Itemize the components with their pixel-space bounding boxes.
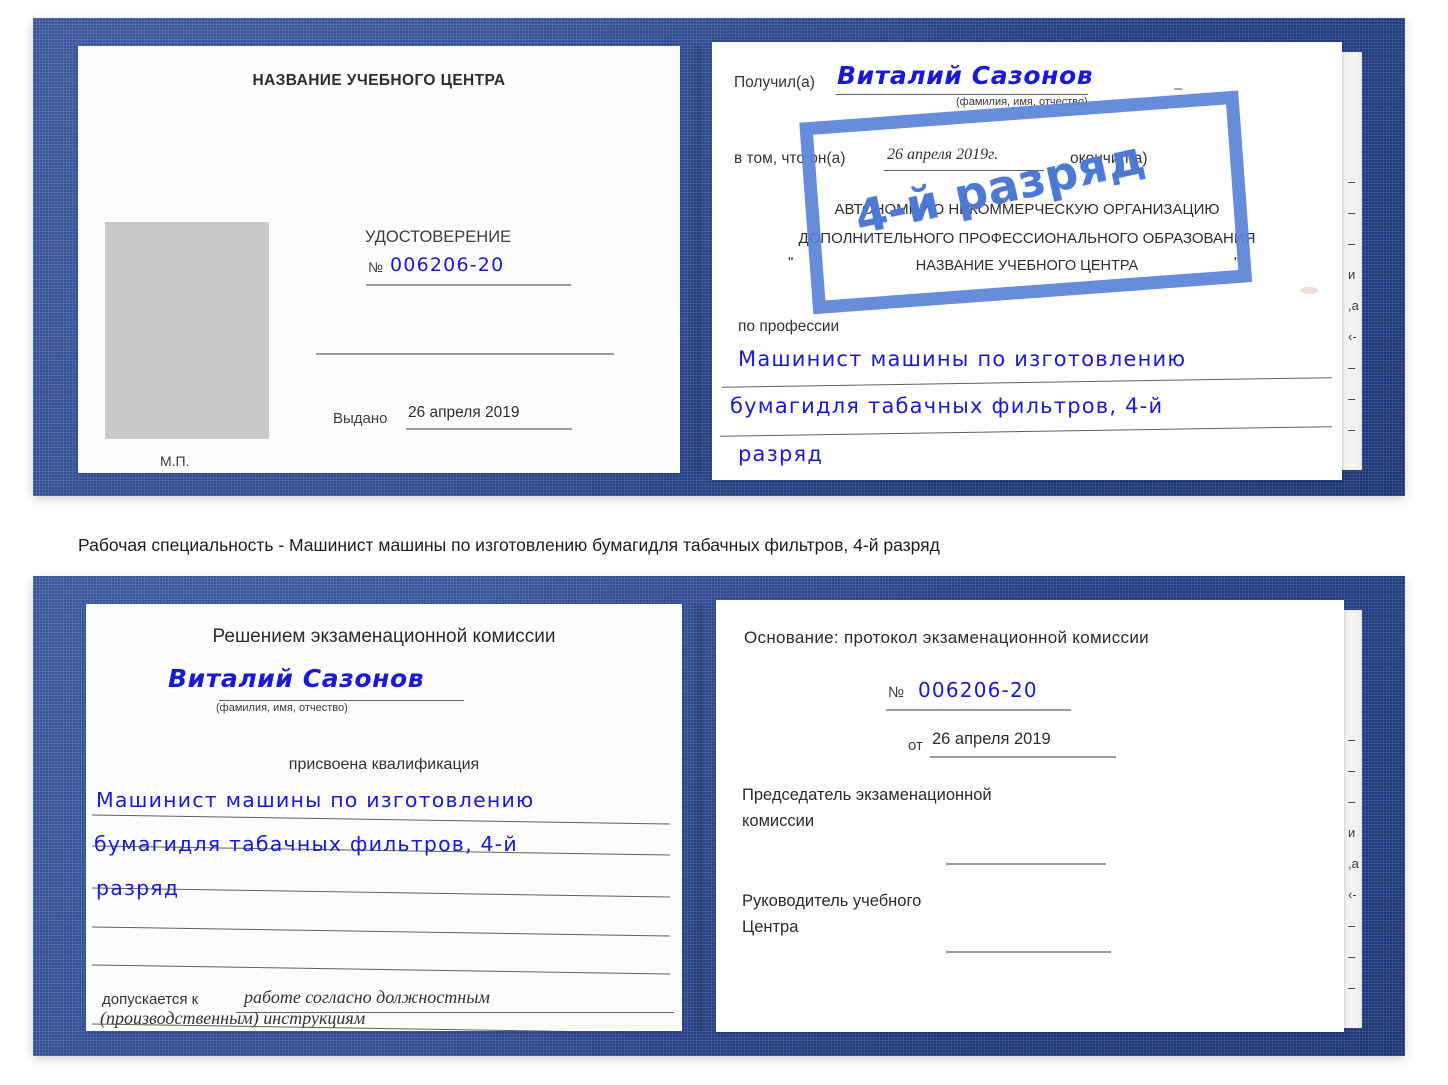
name-hint-label-bottom: (фамилия, имя, отчество): [216, 702, 348, 714]
edge-char: ‹-: [1348, 329, 1357, 344]
certificate-bottom-edge-chars: – – – и ,а ‹- – – –: [1348, 724, 1368, 1003]
edge-char: –: [1348, 980, 1356, 995]
protocol-date-value: 26 апреля 2019: [932, 730, 1051, 748]
profession-rule-2: [720, 426, 1332, 437]
edge-char: –: [1348, 763, 1356, 778]
edge-char: ,а: [1348, 298, 1359, 313]
qualification-line-3: разряд: [96, 876, 180, 900]
edge-char: –: [1348, 360, 1356, 375]
graduate-name-rule: [219, 700, 464, 701]
qualification-rule-1: [92, 814, 670, 825]
page-caption: Рабочая специальность - Машинист машины …: [78, 535, 940, 555]
profession-line-1: Машинист машины по изготовлению: [738, 347, 1187, 371]
basis-label: Основание: протокол экзаменационной коми…: [744, 628, 1149, 647]
chairman-line-1: Председатель экзаменационной: [742, 786, 992, 804]
head-line-1: Руководитель учебного: [742, 892, 922, 910]
qualification-line-2: бумагидля табачных фильтров, 4-й: [94, 832, 518, 856]
certificate-top-left-page: НАЗВАНИЕ УЧЕБНОГО ЦЕНТРА УДОСТОВЕРЕНИЕ №…: [78, 46, 680, 473]
qualification-rule-5: [92, 964, 670, 975]
screenshot-root: НАЗВАНИЕ УЧЕБНОГО ЦЕНТРА УДОСТОВЕРЕНИЕ №…: [0, 0, 1448, 1085]
certificate-bottom-right-page: Основание: протокол экзаменационной коми…: [716, 600, 1344, 1032]
document-type-label: УДОСТОВЕРЕНИЕ: [365, 228, 512, 246]
chairman-signature-rule: [946, 863, 1106, 865]
number-sign-label: №: [368, 259, 384, 275]
chairman-line-2: комиссии: [742, 812, 815, 830]
edge-char: –: [1348, 391, 1356, 406]
photo-placeholder: [105, 222, 269, 439]
paper-smudge: [1300, 287, 1318, 294]
received-label: Получил(а): [734, 74, 815, 91]
admitted-value-line-1: работе согласно должностным: [244, 987, 490, 1007]
edge-char: –: [1348, 949, 1356, 964]
protocol-number-rule: [886, 709, 1071, 711]
qualification-rule-4: [92, 926, 670, 937]
qualification-line-1: Машинист машины по изготовлению: [96, 788, 535, 812]
rank-stamp: 4-й разряд: [799, 90, 1262, 322]
edge-char: –: [1348, 236, 1356, 251]
edge-char: –: [1348, 174, 1356, 189]
recipient-name-value: Виталий Сазонов: [837, 61, 1094, 90]
certificate-bottom-left-page: Решением экзаменационной комиссии Витали…: [86, 604, 682, 1031]
issued-date-value: 26 апреля 2019: [408, 404, 520, 421]
graduate-name-value: Виталий Сазонов: [168, 664, 425, 693]
profession-rule-1: [722, 377, 1332, 388]
edge-char: –: [1348, 918, 1356, 933]
recipient-name-rule: [836, 94, 1088, 95]
issued-date-rule: [406, 428, 572, 430]
blank-rule-mid: [316, 353, 614, 355]
commission-decision-header: Решением экзаменационной комиссии: [212, 626, 556, 647]
organization-quote-open: ": [788, 254, 794, 271]
edge-char: –: [1348, 732, 1356, 747]
head-signature-rule: [946, 951, 1111, 953]
head-line-2: Центра: [742, 918, 799, 936]
edge-char: ‹-: [1348, 887, 1357, 902]
edge-char: –: [1348, 422, 1356, 437]
profession-line-3: разряд: [738, 442, 824, 466]
training-center-header: НАЗВАНИЕ УЧЕБНОГО ЦЕНТРА: [252, 72, 506, 89]
qualification-label: присвоена квалификация: [288, 756, 480, 773]
protocol-date-label: от: [908, 737, 923, 754]
certificate-top-edge-chars: – – – и ,а ‹- – – –: [1348, 166, 1368, 445]
edge-char: –: [1348, 794, 1356, 809]
edge-char: –: [1348, 205, 1356, 220]
edge-char: ,а: [1348, 856, 1359, 871]
edge-char: и: [1348, 267, 1356, 282]
profession-line-2: бумагидля табачных фильтров, 4-й: [730, 394, 1164, 418]
certificate-number-value: 006206-20: [390, 254, 505, 276]
edge-char: и: [1348, 825, 1356, 840]
admitted-label: допускается к: [102, 991, 199, 1008]
protocol-number-label: №: [888, 684, 905, 701]
seal-mark-label: М.П.: [160, 453, 190, 469]
protocol-date-rule: [930, 756, 1116, 758]
certificate-number-rule: [366, 284, 571, 286]
protocol-number-value: 006206-20: [918, 678, 1038, 702]
issued-label: Выдано: [333, 410, 388, 427]
